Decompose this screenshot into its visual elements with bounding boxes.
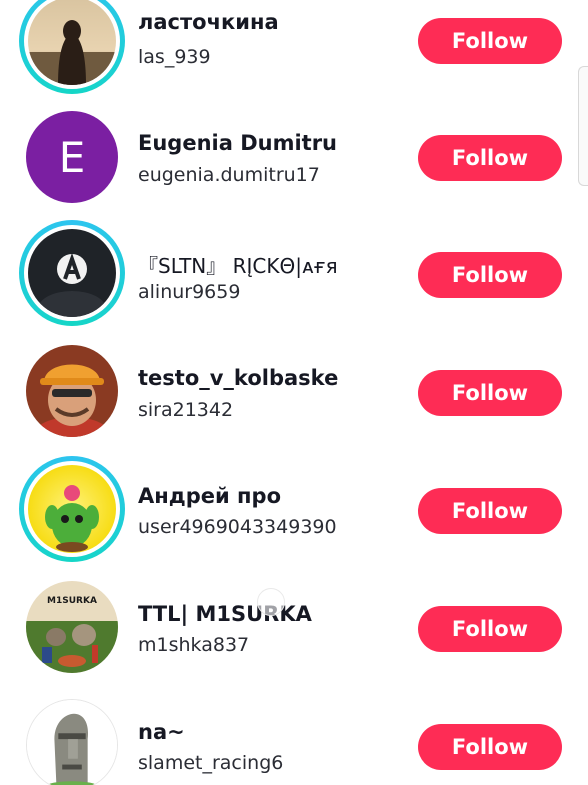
user-name[interactable]: 『SLTN』 RĮCKΘ|ᴀғя bbox=[138, 250, 338, 279]
scrollbar-handle[interactable] bbox=[578, 66, 588, 186]
list-item: testo_v_kolbaske sira21342 Follow bbox=[0, 336, 580, 454]
avatar[interactable] bbox=[19, 456, 125, 562]
follow-button[interactable]: Follow bbox=[418, 370, 562, 416]
user-name[interactable]: Eugenia Dumitru bbox=[138, 131, 337, 155]
follow-button[interactable]: Follow bbox=[418, 606, 562, 652]
list-item: ласточкина las_939 Follow bbox=[0, 0, 580, 100]
avatar[interactable]: M1SURKA bbox=[19, 574, 125, 680]
touch-indicator bbox=[257, 588, 285, 616]
avatar-text: M1SURKA bbox=[47, 596, 97, 606]
user-name[interactable]: testo_v_kolbaske bbox=[138, 366, 338, 390]
user-handle: las_939 bbox=[138, 46, 211, 68]
photo-silhouette-icon bbox=[28, 0, 116, 85]
user-name[interactable]: ласточкина bbox=[138, 10, 279, 34]
avatar-letter: E bbox=[58, 132, 86, 182]
follow-button[interactable]: Follow bbox=[418, 135, 562, 181]
moai-statue-icon bbox=[27, 700, 117, 785]
avatar[interactable] bbox=[19, 0, 125, 94]
avatar[interactable]: E bbox=[19, 104, 125, 210]
user-handle: user4969043349390 bbox=[138, 516, 337, 538]
cartoon-engineer-icon bbox=[26, 345, 118, 437]
list-item: E Eugenia Dumitru eugenia.dumitru17 Foll… bbox=[0, 100, 580, 218]
list-item: na~ slamet_racing6 Follow bbox=[0, 690, 580, 785]
list-item: Андрей про user4969043349390 Follow bbox=[0, 454, 580, 572]
list-item: M1SURKA TTL| M1SURKA m1shka837 Follow bbox=[0, 572, 580, 690]
user-name[interactable]: Андрей про bbox=[138, 484, 281, 508]
cactus-character-icon bbox=[28, 465, 116, 553]
user-handle: m1shka837 bbox=[138, 634, 250, 656]
user-handle: eugenia.dumitru17 bbox=[138, 164, 320, 186]
user-handle: slamet_racing6 bbox=[138, 752, 284, 774]
following-list: ласточкина las_939 Follow E Eugenia Dumi… bbox=[0, 0, 588, 785]
user-name[interactable]: TTL| M1SURKA bbox=[138, 602, 312, 626]
list-item: 『SLTN』 RĮCKΘ|ᴀғя alinur9659 Follow bbox=[0, 218, 580, 336]
avatar[interactable] bbox=[19, 338, 125, 444]
avatar[interactable] bbox=[19, 220, 125, 326]
follow-button[interactable]: Follow bbox=[418, 252, 562, 298]
user-handle: alinur9659 bbox=[138, 281, 241, 303]
avatar[interactable] bbox=[19, 692, 125, 785]
m1surka-cat-icon bbox=[26, 581, 118, 673]
follow-button[interactable]: Follow bbox=[418, 488, 562, 534]
dark-logo-icon bbox=[28, 229, 116, 317]
follow-button[interactable]: Follow bbox=[418, 724, 562, 770]
user-handle: sira21342 bbox=[138, 399, 234, 421]
follow-button[interactable]: Follow bbox=[418, 18, 562, 64]
user-name[interactable]: na~ bbox=[138, 720, 185, 744]
